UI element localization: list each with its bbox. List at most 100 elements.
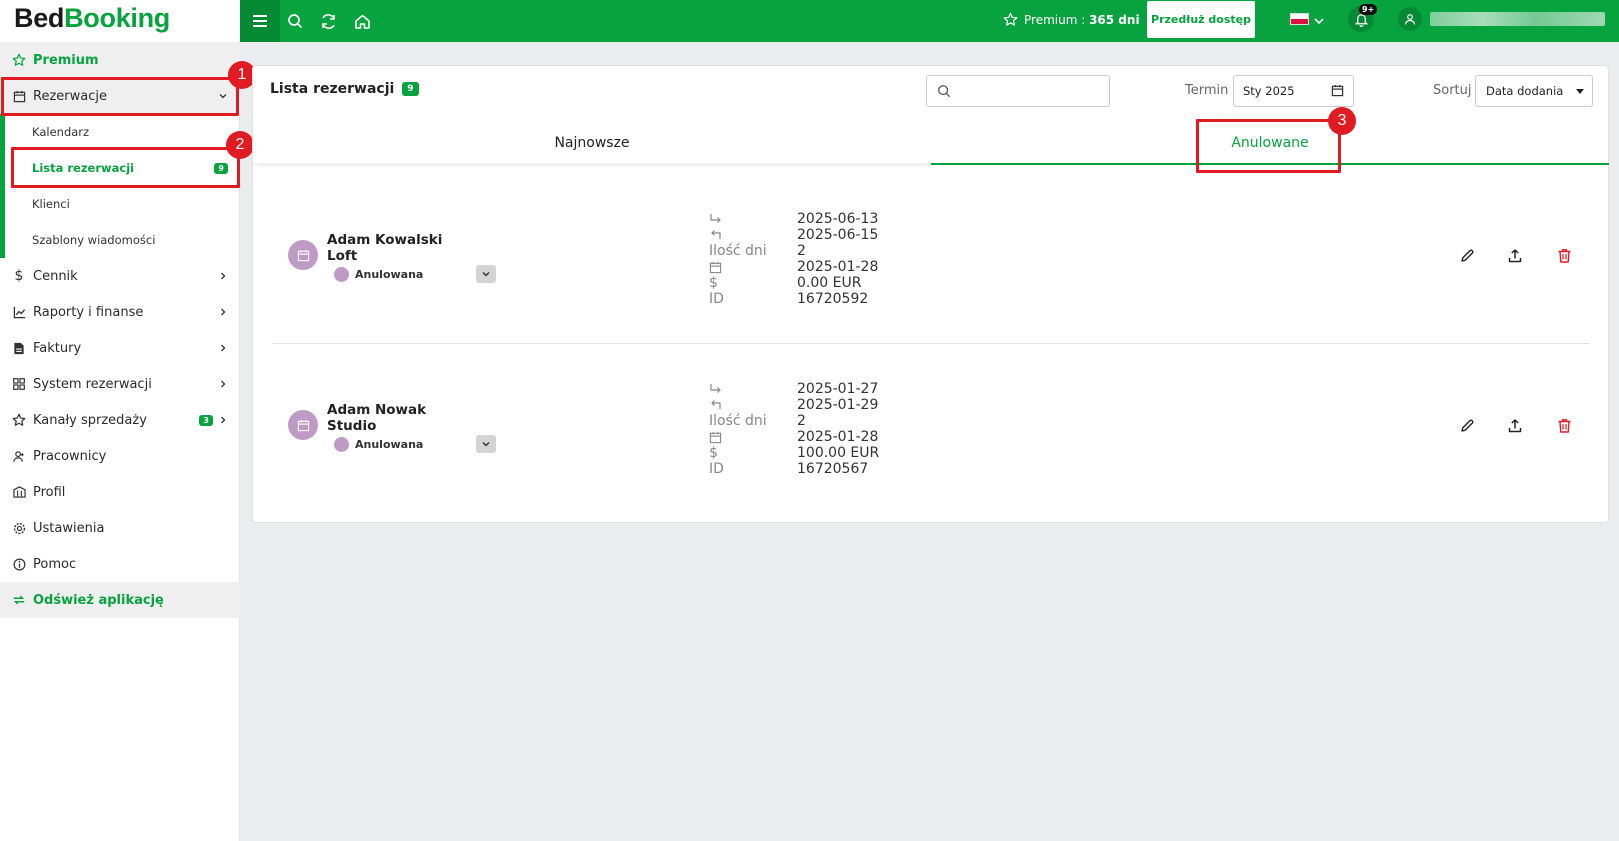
language-flag-icon[interactable] — [1290, 13, 1309, 25]
annotation-box-1 — [1, 77, 239, 116]
sidebar-sub-clients[interactable]: Klienci — [0, 186, 240, 222]
chart-icon — [9, 306, 29, 319]
edit-icon[interactable] — [1456, 415, 1478, 437]
chevron-right-icon — [218, 378, 228, 393]
guest-name[interactable]: Adam Nowak Studio — [327, 402, 426, 434]
annotation-box-3 — [1196, 119, 1341, 173]
chevron-down-icon[interactable] — [1313, 12, 1325, 31]
menu-icon[interactable] — [240, 0, 280, 42]
sidebar-item-profile[interactable]: Profil — [0, 474, 240, 510]
refresh-icon — [9, 593, 29, 607]
page-title: Lista rezerwacji 9 — [270, 81, 419, 97]
top-bar: BedBooking Premium : 365 dni Przedłuż do… — [0, 0, 1619, 42]
chevron-down-icon — [482, 441, 490, 447]
sidebar-item-reports[interactable]: Raporty i finanse — [0, 294, 240, 330]
annotation-box-2 — [11, 147, 240, 188]
check-in-date: 2025-06-13 — [797, 211, 879, 227]
date-filter-picker[interactable]: Sty 2025 — [1233, 75, 1354, 107]
reservation-row[interactable]: Adam Kowalski Loft Anulowana Ilość dni $… — [272, 205, 1590, 315]
sidebar-item-invoices[interactable]: Faktury — [0, 330, 240, 366]
calendar-icon — [709, 259, 767, 275]
gear-icon — [9, 522, 29, 535]
check-out-date: 2025-06-15 — [797, 227, 879, 243]
field-values: 2025-06-13 2025-06-15 2 2025-01-28 0.00 … — [797, 211, 878, 307]
price-value: 0.00 EUR — [797, 275, 862, 291]
users-icon — [9, 450, 29, 463]
field-labels: Ilość dni $ ID — [709, 381, 767, 477]
calendar-icon — [288, 410, 318, 440]
field-values: 2025-01-27 2025-01-29 2 2025-01-28 100.0… — [797, 381, 879, 477]
reservation-id: 16720567 — [797, 461, 869, 477]
check-out-date: 2025-01-29 — [797, 397, 879, 413]
reservation-id: 16720592 — [797, 291, 869, 307]
star-icon — [1003, 12, 1018, 26]
sort-select[interactable]: Data dodania — [1475, 75, 1593, 107]
title-count-badge: 9 — [402, 82, 419, 96]
reservation-row[interactable]: Adam Nowak Studio Anulowana Ilość dni $ … — [272, 375, 1590, 485]
delete-icon[interactable] — [1553, 245, 1575, 267]
refresh-icon[interactable] — [317, 10, 339, 32]
expand-dropdown-button[interactable] — [476, 435, 496, 453]
sidebar-item-booking-system[interactable]: System rezerwacji — [0, 366, 240, 402]
brand-logo[interactable]: BedBooking — [14, 3, 170, 34]
guest-name[interactable]: Adam Kowalski Loft — [327, 232, 442, 264]
chevron-right-icon — [218, 306, 228, 321]
info-icon — [9, 558, 29, 571]
sidebar-item-refresh-app[interactable]: Odśwież aplikację — [0, 582, 240, 618]
status-badge: Anulowana — [334, 267, 423, 282]
sidebar-item-settings[interactable]: Ustawienia — [0, 510, 240, 546]
home-icon[interactable] — [351, 10, 373, 32]
dollar-icon: $ — [14, 268, 24, 284]
sidebar-sub-message-templates[interactable]: Szablony wiadomości — [0, 222, 240, 258]
calendar-icon — [709, 429, 767, 445]
tab-newest[interactable]: Najnowsze — [253, 122, 931, 165]
field-labels: Ilość dni $ ID — [709, 211, 767, 307]
chevron-down-icon — [482, 271, 490, 277]
chevron-right-icon — [218, 342, 228, 357]
annotation-number-3: 3 — [1328, 107, 1356, 135]
export-icon[interactable] — [1504, 245, 1526, 267]
check-out-icon — [709, 227, 767, 243]
days-count: 2 — [797, 413, 806, 429]
check-in-icon — [709, 211, 767, 227]
caret-down-icon — [1576, 89, 1584, 94]
status-badge: Anulowana — [334, 437, 423, 452]
search-input[interactable] — [957, 84, 1097, 98]
sidebar-sub-calendar[interactable]: Kalendarz — [0, 114, 240, 150]
sidebar-item-pricing[interactable]: $ Cennik — [0, 258, 240, 294]
username-blurred[interactable] — [1430, 12, 1605, 26]
user-icon[interactable] — [1398, 7, 1422, 31]
sidebar-item-employees[interactable]: Pracownicy — [0, 438, 240, 474]
check-out-icon — [709, 397, 767, 413]
delete-icon[interactable] — [1553, 415, 1575, 437]
search-icon — [938, 85, 951, 98]
check-in-icon — [709, 381, 767, 397]
edit-icon[interactable] — [1456, 245, 1478, 267]
row-divider — [272, 343, 1590, 344]
search-field[interactable] — [926, 75, 1110, 107]
created-date: 2025-01-28 — [797, 259, 879, 275]
sidebar-item-sales-channels[interactable]: Kanały sprzedaży 3 — [0, 402, 240, 438]
premium-status: Premium : 365 dni — [1003, 12, 1140, 27]
created-date: 2025-01-28 — [797, 429, 879, 445]
date-filter-label: Termin — [1185, 83, 1229, 98]
building-icon — [9, 486, 29, 498]
chevron-right-icon — [218, 414, 228, 429]
search-icon[interactable] — [284, 10, 306, 32]
days-count: 2 — [797, 243, 806, 259]
star-icon — [9, 413, 29, 427]
expand-dropdown-button[interactable] — [476, 265, 496, 283]
logo-area: BedBooking — [0, 0, 240, 42]
extend-access-button[interactable]: Przedłuż dostęp — [1147, 1, 1255, 38]
check-in-date: 2025-01-27 — [797, 381, 879, 397]
notifications-badge: 9+ — [1359, 4, 1378, 15]
price-icon: $ — [709, 275, 718, 291]
chevron-right-icon — [218, 270, 228, 285]
export-icon[interactable] — [1504, 415, 1526, 437]
annotation-number-2: 2 — [226, 131, 254, 159]
sidebar-item-help[interactable]: Pomoc — [0, 546, 240, 582]
calendar-icon — [1331, 84, 1344, 100]
sidebar-item-premium[interactable]: Premium — [0, 42, 240, 78]
invoice-icon — [9, 342, 29, 355]
grid-icon — [9, 378, 29, 390]
